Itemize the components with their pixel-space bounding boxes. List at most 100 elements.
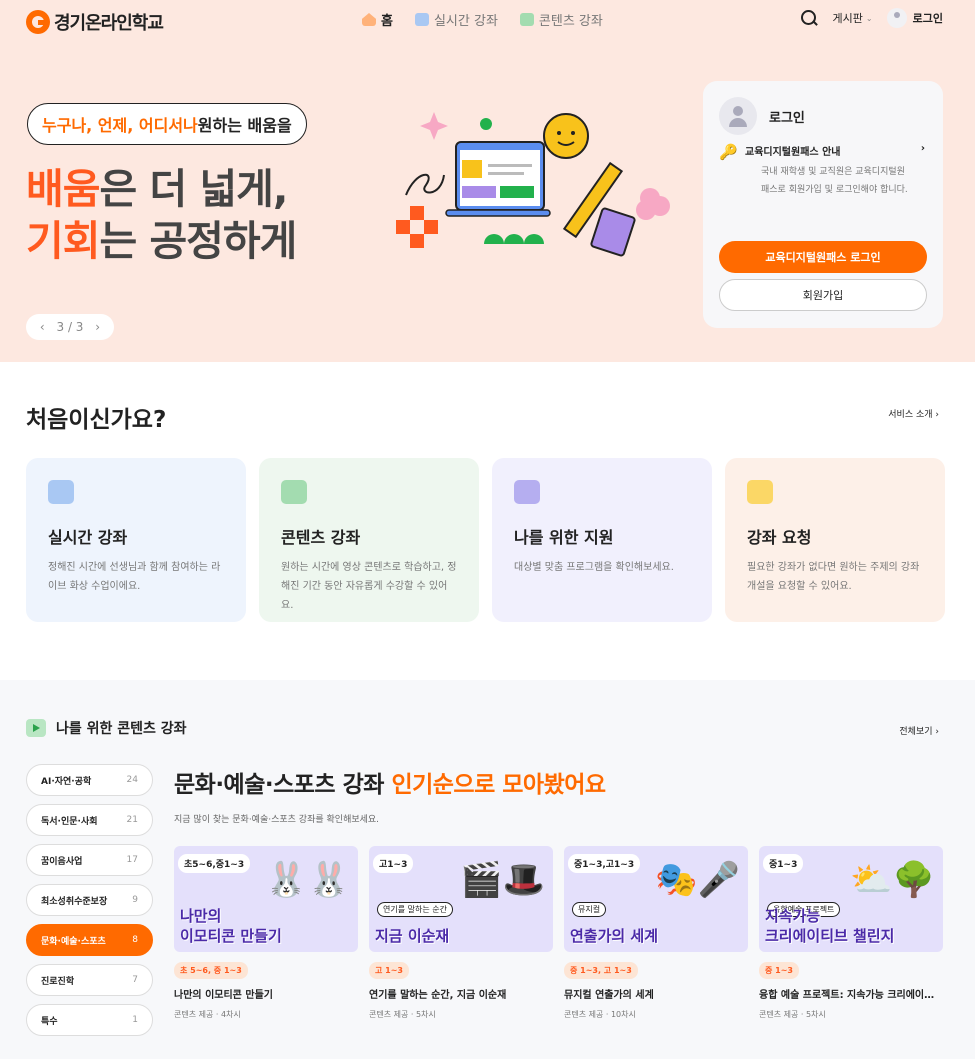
course-thumbnail: 중1~3,고1~3 🎭🎤 뮤지컬 연출가의 세계 xyxy=(564,846,748,952)
course-thumb-title-2: 지금 이순재 xyxy=(375,927,450,945)
search-icon[interactable] xyxy=(799,8,819,28)
course-grade-badge: 초 5~6, 중 1~3 xyxy=(174,962,248,979)
chevron-down-icon: ⌄ xyxy=(865,13,873,23)
course-illustration: 🎭🎤 xyxy=(655,860,740,900)
course-meta: 콘텐츠 제공 · 10차시 xyxy=(564,1010,636,1019)
live-icon xyxy=(414,13,429,26)
category-label: 최소성취수준보장 xyxy=(41,896,108,907)
onepass-info[interactable]: 🔑 교육디지털원패스 안내 › xyxy=(719,143,927,161)
course-grade-badge: 중 1~3 xyxy=(759,962,799,979)
intro-card-desc: 대상별 맞춤 프로그램을 확인해보세요. xyxy=(514,562,674,573)
home-icon xyxy=(362,13,376,26)
signup-button[interactable]: 회원가입 xyxy=(719,279,927,311)
hero-illustration xyxy=(396,112,670,257)
category-item[interactable]: 꿈이음사업 17 xyxy=(26,844,153,876)
category-label: 독서·인문·사회 xyxy=(41,816,98,827)
next-icon[interactable]: › xyxy=(95,320,100,334)
content-section-header: 나를 위한 콘텐츠 강좌 xyxy=(26,718,187,738)
content-headline-accent: 인기순으로 모아봤어요 xyxy=(391,772,606,798)
intro-card-desc: 정해진 시간에 선생님과 함께 참여하는 라이브 화상 수업이에요. xyxy=(48,562,221,592)
hero-pager: ‹ 3 / 3 › xyxy=(26,314,114,340)
login-card: 로그인 🔑 교육디지털원패스 안내 › 국내 재학생 및 교직원은 교육디지털원… xyxy=(703,81,943,328)
nav-home-label: 홈 xyxy=(381,14,393,29)
logo[interactable]: 경기온라인학교 xyxy=(26,9,164,35)
content-section-title: 나를 위한 콘텐츠 강좌 xyxy=(56,721,187,737)
category-count: 17 xyxy=(126,855,138,865)
course-thumb-subtitle: 연기를 말하는 순간 xyxy=(377,902,453,917)
content-subtitle: 지금 많이 찾는 문화·예술·스포츠 강좌를 확인해보세요. xyxy=(174,815,380,825)
intro-card[interactable]: 콘텐츠 강좌 원하는 시간에 영상 콘텐츠로 학습하고, 정해진 기간 동안 자… xyxy=(259,458,479,622)
course-card[interactable]: 중1~3,고1~3 🎭🎤 뮤지컬 연출가의 세계 중 1~3, 고 1~3 뮤지컬 … xyxy=(564,846,748,1020)
onepass-info-title: 교육디지털원패스 안내 xyxy=(745,147,841,158)
intro-card[interactable]: 나를 위한 지원 대상별 맞춤 프로그램을 확인해보세요. xyxy=(492,458,712,622)
category-label: 특수 xyxy=(41,1016,58,1027)
intro-card[interactable]: 실시간 강좌 정해진 시간에 선생님과 함께 참여하는 라이브 화상 수업이에요… xyxy=(26,458,246,622)
headline-accent-1: 배움 xyxy=(26,165,100,213)
course-thumb-title-2: 이모티콘 만들기 xyxy=(180,927,282,945)
view-all-link[interactable]: 전체보기 › xyxy=(899,724,939,737)
prev-icon[interactable]: ‹ xyxy=(40,320,45,334)
course-name: 나만의 이모티콘 만들기 xyxy=(174,990,273,1001)
category-count: 24 xyxy=(126,775,138,785)
main-nav: 홈 실시간 강좌 콘텐츠 강좌 xyxy=(362,10,603,29)
course-list: 초5~6,중1~3 🐰🐰 나만의 이모티콘 만들기 초 5~6, 중 1~3 나만의… xyxy=(174,846,943,1020)
course-grade-badge: 고 1~3 xyxy=(369,962,409,979)
bubble-text: 원하는 배움을 xyxy=(197,116,292,135)
category-item[interactable]: 독서·인문·사회 21 xyxy=(26,804,153,836)
course-grade-tag: 초5~6,중1~3 xyxy=(178,854,251,873)
service-intro-link[interactable]: 서비스 소개 › xyxy=(888,407,939,420)
course-thumbnail: 초5~6,중1~3 🐰🐰 나만의 이모티콘 만들기 xyxy=(174,846,358,952)
headline-rest-2: 는 공정하게 xyxy=(99,217,297,265)
course-card[interactable]: 중1~3 ⛅🌳 융합예술 프로젝트 지속가능 크리에이티브 챌린지 중 1~3 융합 … xyxy=(759,846,943,1020)
category-item[interactable]: 문화·예술·스포츠 8 xyxy=(26,924,153,956)
category-item[interactable]: 최소성취수준보장 9 xyxy=(26,884,153,916)
service-intro-label: 서비스 소개 xyxy=(888,410,933,420)
course-grade-tag: 중1~3 xyxy=(763,854,804,873)
category-count: 7 xyxy=(132,975,138,985)
content-headline: 문화·예술·스포츠 강좌 인기순으로 모아봤어요 xyxy=(174,765,606,799)
logo-icon xyxy=(26,10,50,34)
clipboard-icon xyxy=(747,480,773,504)
intro-card-title: 콘텐츠 강좌 xyxy=(281,528,361,547)
login-label: 로그인 xyxy=(912,12,943,25)
category-item[interactable]: 특수 1 xyxy=(26,1004,153,1036)
category-label: 꿈이음사업 xyxy=(41,856,83,867)
category-count: 8 xyxy=(132,935,138,945)
intro-card[interactable]: 강좌 요청 필요한 강좌가 없다면 원하는 주제의 강좌 개설을 요청할 수 있… xyxy=(725,458,945,622)
onepass-login-button[interactable]: 교육디지털원패스 로그인 xyxy=(719,241,927,273)
content-headline-main: 문화·예술·스포츠 강좌 xyxy=(174,772,392,798)
nav-content[interactable]: 콘텐츠 강좌 xyxy=(519,10,603,29)
intro-title: 처음이신가요? xyxy=(26,407,167,433)
board-label: 게시판 xyxy=(832,12,863,25)
category-list: AI·자연·공학 24 독서·인문·사회 21 꿈이음사업 17 최소성취수준보장 9… xyxy=(26,764,153,1036)
course-grade-badge: 중 1~3, 고 1~3 xyxy=(564,962,638,979)
course-thumb-title-1: 지속가능 xyxy=(765,907,821,925)
login-card-title: 로그인 xyxy=(769,110,805,126)
board-menu[interactable]: 게시판 ⌄ xyxy=(833,10,873,26)
intro-cards: 실시간 강좌 정해진 시간에 선생님과 함께 참여하는 라이브 화상 수업이에요… xyxy=(26,458,945,622)
login-link[interactable]: 로그인 xyxy=(886,8,943,28)
headline-rest-1: 은 더 넓게, xyxy=(99,165,288,213)
intro-card-title: 강좌 요청 xyxy=(747,528,812,547)
nav-live[interactable]: 실시간 강좌 xyxy=(414,10,498,29)
category-item[interactable]: 진로진학 7 xyxy=(26,964,153,996)
course-meta: 콘텐츠 제공 · 5차시 xyxy=(369,1010,436,1019)
course-thumb-title-2: 크리에이티브 챌린지 xyxy=(765,927,895,945)
course-illustration: ⛅🌳 xyxy=(850,860,935,900)
course-thumb-title-2: 연출가의 세계 xyxy=(570,927,659,945)
avatar xyxy=(719,97,757,135)
nav-home[interactable]: 홈 xyxy=(362,10,393,29)
category-label: AI·자연·공학 xyxy=(41,776,92,787)
user-icon xyxy=(886,8,907,28)
course-name: 연기를 말하는 순간, 지금 이순재 xyxy=(369,990,507,1001)
category-label: 진로진학 xyxy=(41,976,75,987)
hero-headline: 배움은 더 넓게, 기회는 공정하게 xyxy=(26,163,297,267)
intro-card-title: 나를 위한 지원 xyxy=(514,528,614,547)
course-thumbnail: 고1~3 🎬🎩 연기를 말하는 순간 지금 이순재 xyxy=(369,846,553,952)
category-item[interactable]: AI·자연·공학 24 xyxy=(26,764,153,796)
course-card[interactable]: 고1~3 🎬🎩 연기를 말하는 순간 지금 이순재 고 1~3 연기를 말하는 순간… xyxy=(369,846,553,1020)
intro-card-desc: 원하는 시간에 영상 콘텐츠로 학습하고, 정해진 기간 동안 자유롭게 수강할… xyxy=(281,562,457,611)
course-card[interactable]: 초5~6,중1~3 🐰🐰 나만의 이모티콘 만들기 초 5~6, 중 1~3 나만의… xyxy=(174,846,358,1020)
course-meta: 콘텐츠 제공 · 4차시 xyxy=(174,1010,241,1019)
category-count: 1 xyxy=(132,1015,138,1025)
